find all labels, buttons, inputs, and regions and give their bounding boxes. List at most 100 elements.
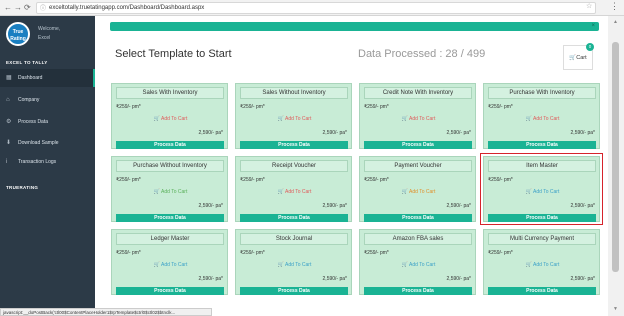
page-title: Select Template to Start: [115, 48, 232, 60]
bookmark-star-icon[interactable]: ☆: [586, 2, 592, 10]
add-to-cart-link[interactable]: 🛒 Add To Cart: [484, 262, 601, 268]
process-data-button[interactable]: Process Data: [364, 287, 472, 295]
truerating-logo: True Rating: [6, 22, 30, 46]
annual-price: 2,590/- pa*: [570, 276, 595, 282]
browser-menu-icon[interactable]: ⋮: [610, 1, 619, 12]
cart-button[interactable]: 🛒Cart 0: [563, 43, 594, 70]
back-icon[interactable]: ←: [4, 3, 12, 13]
template-grid: Sales With Inventory ₹259/- pm* 🛒 Add To C…: [111, 83, 604, 296]
process-data-button[interactable]: Process Data: [240, 214, 348, 222]
process-data-button[interactable]: Process Data: [488, 214, 596, 222]
add-to-cart-link[interactable]: 🛒 Add To Cart: [360, 116, 477, 122]
add-to-cart-link[interactable]: 🛒 Add To Cart: [236, 262, 353, 268]
forward-icon[interactable]: →: [14, 3, 22, 13]
scrollbar-thumb[interactable]: [612, 42, 619, 272]
annual-price: 2,590/- pa*: [446, 203, 471, 209]
cart-icon: 🛒: [153, 189, 162, 195]
sidebar-item-process-data[interactable]: ⚙ Process Data: [0, 113, 95, 131]
monthly-price: ₹259/- pm*: [240, 177, 265, 183]
template-name: Amazon FBA sales: [364, 233, 472, 245]
template-card: Amazon FBA sales ₹259/- pm* 🛒 Add To Cart 2…: [359, 229, 476, 295]
add-to-cart-link[interactable]: 🛒 Add To Cart: [112, 116, 229, 122]
cart-icon: 🛒: [277, 116, 286, 122]
monthly-price: ₹259/- pm*: [240, 104, 265, 110]
close-icon[interactable]: ×: [591, 22, 595, 31]
template-name: Stock Journal: [240, 233, 348, 245]
sidebar-item-download-sample[interactable]: ⬇ Download Sample: [0, 134, 95, 152]
annual-price: 2,590/- pa*: [322, 276, 347, 282]
process-data-button[interactable]: Process Data: [364, 214, 472, 222]
scrollbar[interactable]: ▲ ▼: [608, 16, 624, 316]
process-data-button[interactable]: Process Data: [240, 141, 348, 149]
cart-icon: 🛒: [525, 116, 534, 122]
sidebar-item-label: Process Data: [18, 119, 49, 125]
template-name: Multi Currency Payment: [488, 233, 596, 245]
cart-icon: 🛒: [153, 116, 162, 122]
url-field[interactable]: ⓘ exceltotally.truetatingapp.com/Dashboa…: [36, 2, 596, 14]
add-to-cart-link[interactable]: 🛒 Add To Cart: [484, 189, 601, 195]
monthly-price: ₹259/- pm*: [488, 177, 513, 183]
add-to-cart-link[interactable]: 🛒 Add To Cart: [112, 262, 229, 268]
cart-icon: 🛒: [401, 116, 410, 122]
add-to-cart-link[interactable]: 🛒 Add To Cart: [236, 189, 353, 195]
add-to-cart-link[interactable]: 🛒 Add To Cart: [112, 189, 229, 195]
template-card: Item Master ₹259/- pm* 🛒 Add To Cart 2,590/…: [480, 153, 603, 225]
annual-price: 2,590/- pa*: [322, 203, 347, 209]
dashboard-icon: ▦: [6, 75, 12, 81]
cart-icon: 🛒: [525, 262, 534, 268]
add-to-cart-link[interactable]: 🛒 Add To Cart: [236, 116, 353, 122]
process-data-button[interactable]: Process Data: [116, 214, 224, 222]
monthly-price: ₹259/- pm*: [116, 104, 141, 110]
add-to-cart-label: Add To Cart: [533, 262, 560, 268]
process-data-button[interactable]: Process Data: [116, 287, 224, 295]
add-to-cart-label: Add To Cart: [161, 116, 188, 122]
process-data-button[interactable]: Process Data: [240, 287, 348, 295]
cart-count-badge: 0: [586, 43, 594, 51]
scroll-down-icon[interactable]: ▼: [613, 306, 618, 312]
process-data-button[interactable]: Process Data: [488, 287, 596, 295]
cart-icon: 🛒: [153, 262, 162, 268]
add-to-cart-label: Add To Cart: [533, 189, 560, 195]
user-name: Excel: [38, 35, 51, 41]
cart-label: Cart: [576, 55, 587, 61]
info-icon[interactable]: ⓘ: [40, 4, 46, 15]
add-to-cart-link[interactable]: 🛒 Add To Cart: [360, 189, 477, 195]
add-to-cart-link[interactable]: 🛒 Add To Cart: [484, 116, 601, 122]
template-name: Purchase With Inventory: [488, 87, 596, 99]
monthly-price: ₹259/- pm*: [364, 104, 389, 110]
template-card: Sales With Inventory ₹259/- pm* 🛒 Add To C…: [111, 83, 228, 149]
scroll-up-icon[interactable]: ▲: [613, 19, 618, 25]
sidebar-item-label: Download Sample: [18, 140, 59, 146]
add-to-cart-label: Add To Cart: [285, 262, 312, 268]
template-card: Multi Currency Payment ₹259/- pm* 🛒 Add To…: [483, 229, 600, 295]
annual-price: 2,590/- pa*: [446, 130, 471, 136]
download-icon: ⬇: [6, 140, 12, 146]
add-to-cart-label: Add To Cart: [409, 116, 436, 122]
sidebar-item-label: Transaction Logs: [18, 159, 57, 165]
cart-icon: 🛒: [401, 189, 410, 195]
template-card: Ledger Master ₹259/- pm* 🛒 Add To Cart 2,59…: [111, 229, 228, 295]
sidebar-item-dashboard[interactable]: ▦ Dashboard: [0, 69, 95, 87]
monthly-price: ₹259/- pm*: [116, 177, 141, 183]
cart-icon: 🛒: [401, 262, 410, 268]
process-data-button[interactable]: Process Data: [488, 141, 596, 149]
reload-icon[interactable]: ⟳: [24, 3, 31, 13]
process-data-button[interactable]: Process Data: [116, 141, 224, 149]
template-card: Sales Without Inventory ₹259/- pm* 🛒 Add T…: [235, 83, 352, 149]
add-to-cart-label: Add To Cart: [533, 116, 560, 122]
monthly-price: ₹259/- pm*: [488, 250, 513, 256]
template-name: Sales Without Inventory: [240, 87, 348, 99]
sidebar-item-transaction-logs[interactable]: i Transaction Logs: [0, 153, 95, 171]
add-to-cart-label: Add To Cart: [409, 262, 436, 268]
gears-icon: ⚙: [6, 119, 12, 125]
template-card: Purchase With Inventory ₹259/- pm* 🛒 Add T…: [483, 83, 600, 149]
sidebar-item-company[interactable]: ⌂ Company: [0, 91, 95, 109]
bank-icon: ⌂: [6, 97, 10, 103]
add-to-cart-link[interactable]: 🛒 Add To Cart: [360, 262, 477, 268]
process-data-button[interactable]: Process Data: [364, 141, 472, 149]
template-card: Purchase Without Inventory ₹259/- pm* 🛒 Ad…: [111, 156, 228, 222]
add-to-cart-label: Add To Cart: [409, 189, 436, 195]
monthly-price: ₹259/- pm*: [116, 250, 141, 256]
section-truerating: TRUERATING: [6, 185, 39, 190]
add-to-cart-label: Add To Cart: [285, 116, 312, 122]
